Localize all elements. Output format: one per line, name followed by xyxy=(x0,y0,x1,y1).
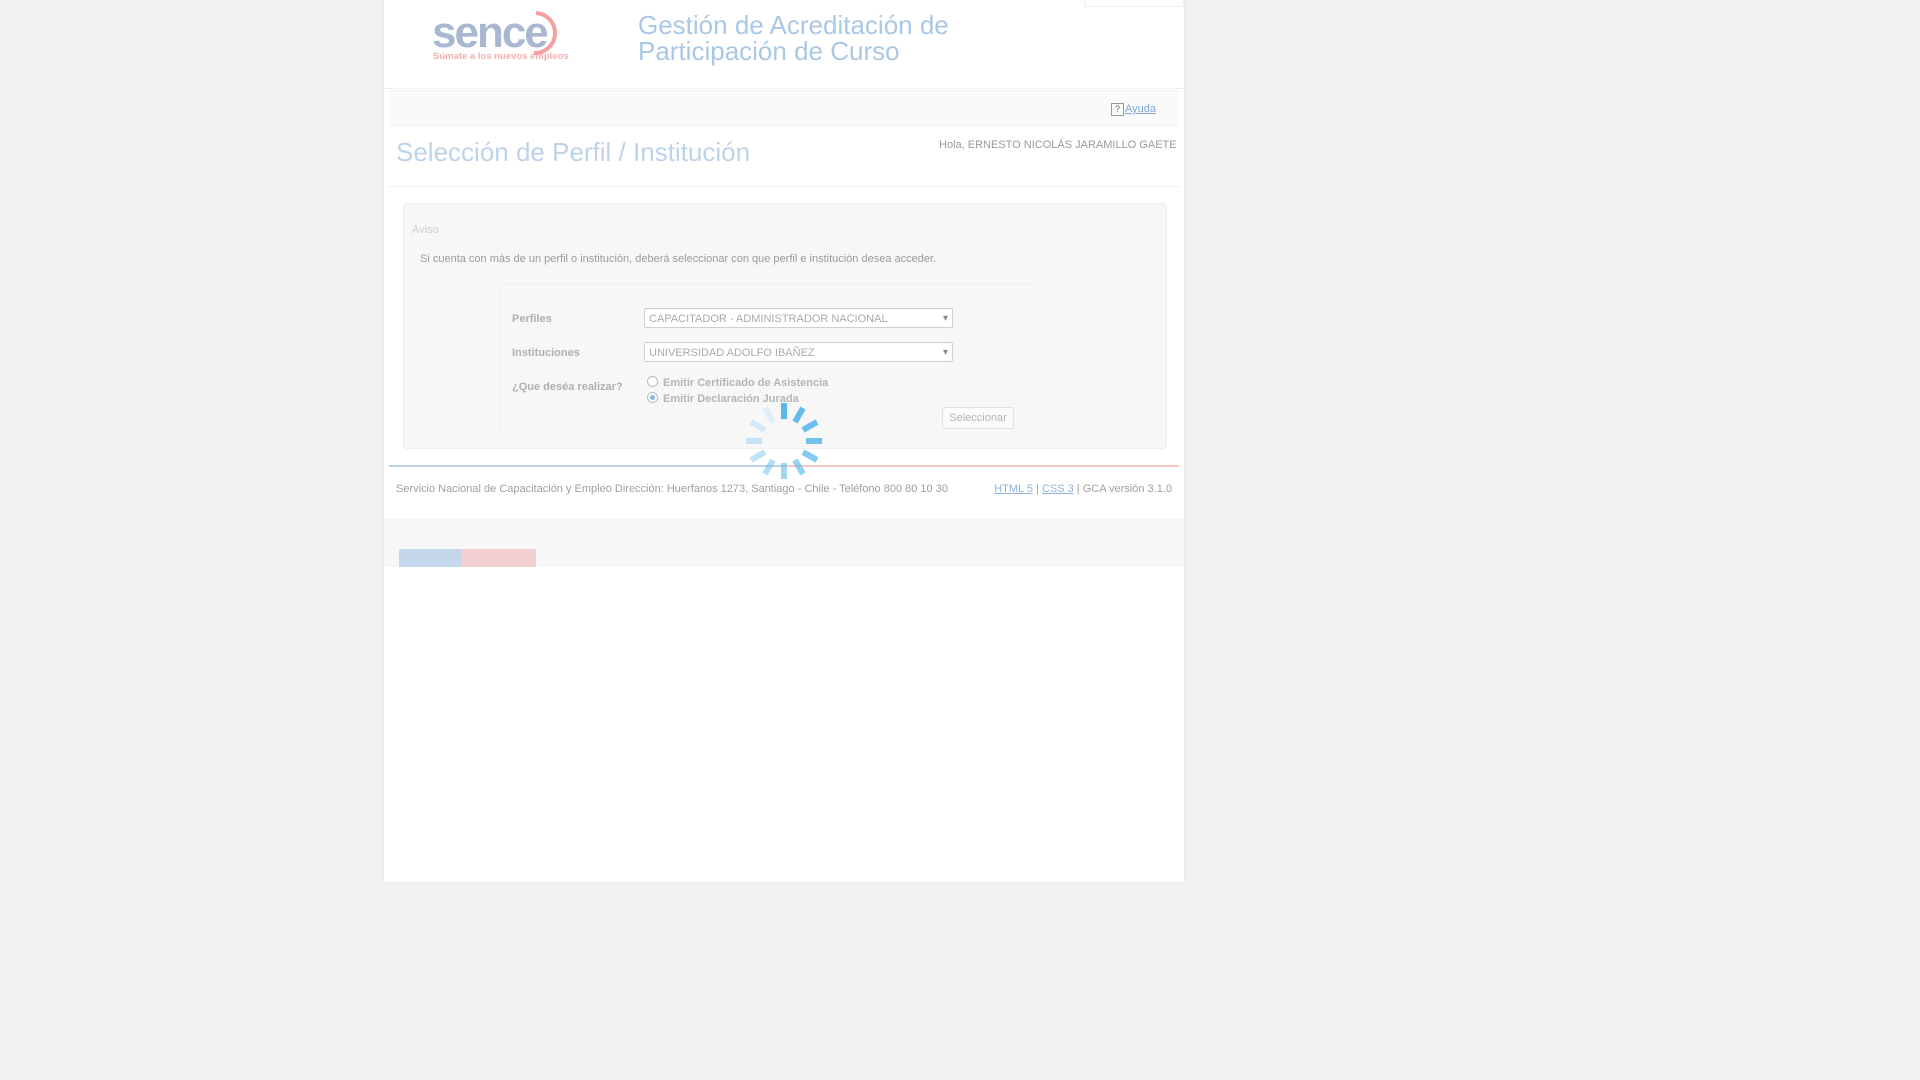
footer-separator: | xyxy=(1036,483,1039,495)
profiles-label: Perfiles xyxy=(512,313,552,325)
radio-declaration[interactable] xyxy=(647,391,658,403)
sence-logo[interactable]: sence Súmate a los nuevos empleos xyxy=(432,5,577,63)
action-label: ¿Que deséa realizar? xyxy=(512,381,623,393)
logo-wordmark: sence xyxy=(432,8,547,57)
institutions-label: Instituciones xyxy=(512,347,580,359)
sence-logo-graphic: sence Súmate a los nuevos empleos xyxy=(432,8,569,62)
nav-bar: ? Ayuda xyxy=(389,90,1179,126)
panel-message: Si cuenta con más de un perfil o institu… xyxy=(420,253,937,265)
profiles-select-value: CAPACITADOR - ADMINISTRADOR NACIONAL xyxy=(649,313,888,325)
brand-strip-red xyxy=(461,549,536,567)
help-icon: ? xyxy=(1111,103,1124,116)
html5-link[interactable]: HTML 5 xyxy=(994,483,1033,495)
bottom-bar xyxy=(384,519,1184,567)
institutions-select[interactable]: UNIVERSIDAD ADOLFO IBAÑEZ ▾ xyxy=(644,342,953,362)
institutions-select-value: UNIVERSIDAD ADOLFO IBAÑEZ xyxy=(649,347,815,359)
chevron-down-icon: ▾ xyxy=(942,313,948,324)
header: sence Súmate a los nuevos empleos Gestió… xyxy=(384,0,1184,89)
user-greeting: Hola, ERNESTO NICOLÁS JARAMILLO GAETE xyxy=(939,139,1177,151)
css3-link[interactable]: CSS 3 xyxy=(1042,483,1074,495)
footer-address: Servicio Nacional de Capacitación y Empl… xyxy=(396,483,948,495)
page-title: Selección de Perfil / Institución xyxy=(396,137,751,167)
footer-links: HTML 5 | CSS 3 | GCA versión 3.1.0 xyxy=(994,483,1172,495)
app-version: GCA versión 3.1.0 xyxy=(1082,483,1172,495)
help-label: Ayuda xyxy=(1125,103,1156,115)
logo-tagline: Súmate a los nuevos empleos xyxy=(433,51,569,62)
title-bar: Selección de Perfil / Institución Hola, … xyxy=(389,126,1179,187)
profiles-select[interactable]: CAPACITADOR - ADMINISTRADOR NACIONAL ▾ xyxy=(644,308,953,328)
chevron-down-icon: ▾ xyxy=(942,347,948,358)
radio-certificate[interactable] xyxy=(647,375,658,387)
brand-strip-blue xyxy=(399,549,461,567)
panel-legend: Aviso xyxy=(412,224,439,236)
radio-option-certificate[interactable]: Emitir Certificado de Asistencia xyxy=(647,375,829,389)
top-tab xyxy=(1084,0,1184,7)
radio-certificate-label: Emitir Certificado de Asistencia xyxy=(663,377,829,389)
help-link[interactable]: ? Ayuda xyxy=(1111,103,1156,116)
footer-separator: | xyxy=(1076,483,1080,495)
select-button[interactable]: Seleccionar xyxy=(942,407,1014,429)
app-title: Gestión de Acreditación de Participación… xyxy=(638,10,949,66)
loading-spinner-icon xyxy=(746,403,822,479)
